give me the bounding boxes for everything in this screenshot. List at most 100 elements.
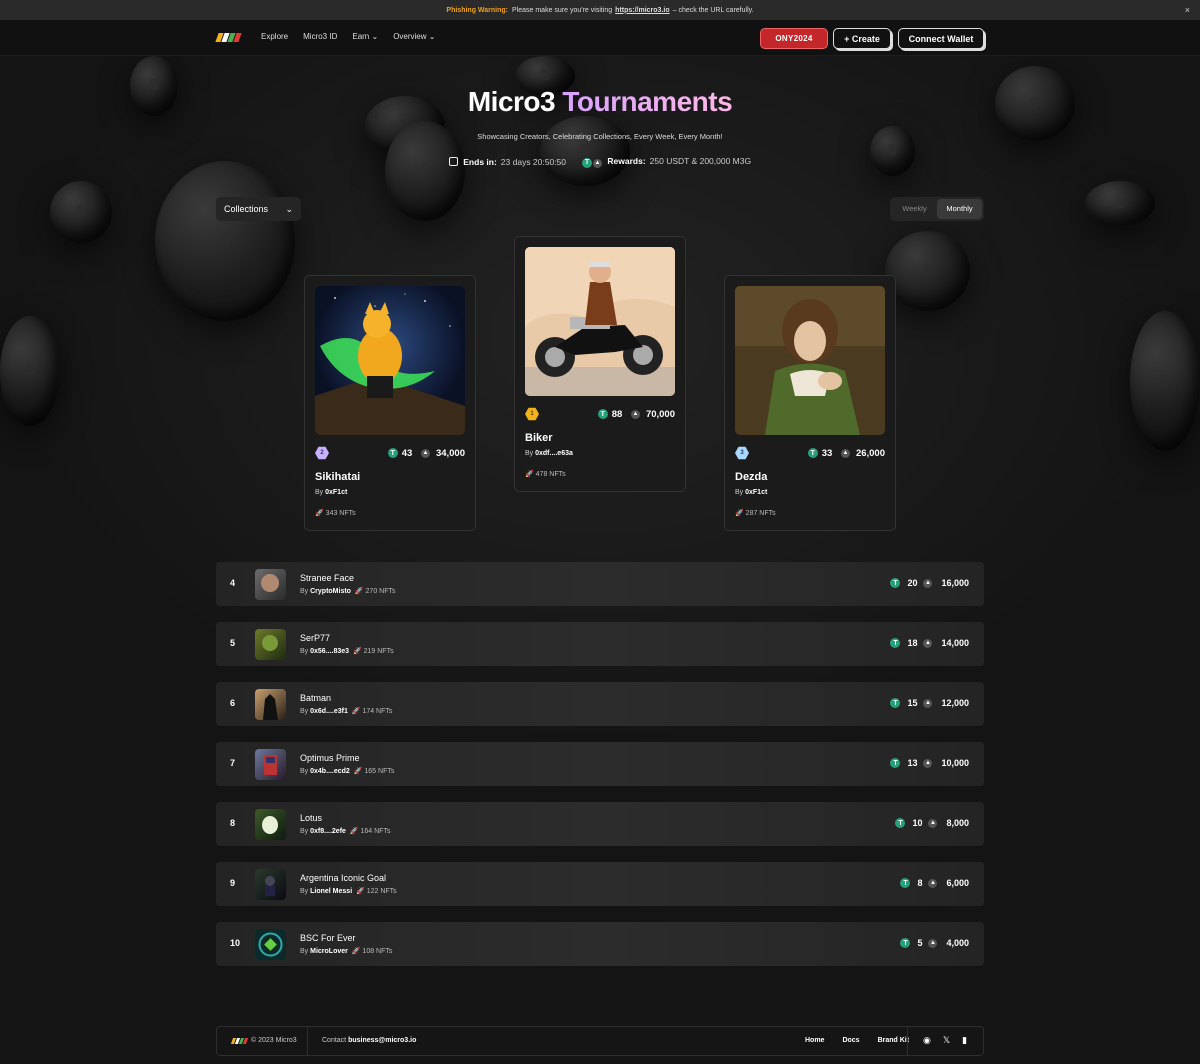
rewards-label: Rewards:	[607, 156, 646, 166]
creator-link[interactable]: 0x4b....ecd2	[310, 768, 350, 775]
micro3-logo[interactable]	[230, 1038, 249, 1044]
rank-number: 10	[230, 938, 241, 948]
usdt-value: 43	[401, 447, 413, 459]
micro3-logo[interactable]	[215, 33, 242, 42]
podium-card-3[interactable]: 3 T 33 ▲ 26,000 Dezda By 0xF1ct 🚀 287 NFTs	[724, 275, 896, 531]
m3g-icon: ▲	[420, 448, 430, 458]
podium-card-2[interactable]: 2 T 43 ▲ 34,000 Sikihatai By 0xF1ct 🚀 343 …	[304, 275, 476, 531]
period-toggle: Weekly Monthly	[890, 197, 984, 221]
list-item[interactable]: 6 Batman By 0x6d....e3f1 🚀 174 NFTs T 15 ▲…	[216, 682, 984, 726]
m3g-value: 12,000	[941, 698, 969, 708]
m3g-value: 6,000	[946, 878, 969, 888]
phishing-url-link[interactable]: https://micro3.io	[615, 7, 669, 14]
tab-monthly[interactable]: Monthly	[937, 199, 982, 219]
nav-overview-dropdown[interactable]: Overview ⌄	[393, 32, 435, 41]
usdt-icon: T	[890, 638, 901, 648]
list-item[interactable]: 8 Lotus By 0xf8....2efe 🚀 164 NFTs T 10 ▲ 8…	[216, 802, 984, 846]
usdt-value: 33	[821, 447, 833, 459]
footer-link-home[interactable]: Home	[805, 1037, 824, 1044]
x-icon[interactable]: 𝕏	[943, 1035, 950, 1046]
creator-link[interactable]: 0x56....83e3	[310, 648, 349, 655]
collection-avatar	[255, 749, 286, 780]
phishing-banner: Phishing Warning: Please make sure you'r…	[0, 0, 1200, 20]
podium-card-1[interactable]: 1 T 88 ▲ 70,000 Biker By 0xdf....e63a 🚀 47…	[514, 236, 686, 492]
usdt-icon: T	[387, 448, 398, 458]
chevron-down-icon: ⌄	[285, 203, 293, 214]
m3g-icon: ▲	[923, 758, 933, 768]
promo-button[interactable]: ONY2024	[760, 28, 828, 49]
nav-micro3-id[interactable]: Micro3 ID	[303, 32, 337, 41]
tab-weekly[interactable]: Weekly	[892, 199, 937, 219]
creator-link[interactable]: Lionel Messi	[310, 888, 352, 895]
creator-link[interactable]: 0xdf....e63a	[535, 450, 573, 457]
collection-name: Argentina Iconic Goal	[300, 873, 387, 883]
collection-avatar	[255, 869, 286, 900]
creator-link[interactable]: CryptoMisto	[310, 588, 351, 595]
list-item[interactable]: 10 BSC For Ever By MicroLover 🚀 108 NFTs…	[216, 922, 984, 966]
creator-link[interactable]: 0xF1ct	[745, 489, 767, 496]
footer-link-docs[interactable]: Docs	[842, 1037, 859, 1044]
contact-email-link[interactable]: business@micro3.io	[348, 1037, 416, 1044]
tournament-stats: Ends in: 23 days 20:50:50 T ▲ Rewards: 250 …	[0, 156, 1200, 168]
rocket-icon: 🚀	[525, 471, 534, 478]
creator-link[interactable]: MicroLover	[310, 948, 348, 955]
m3g-value: 26,000	[855, 447, 885, 459]
close-icon[interactable]: ×	[1185, 5, 1190, 15]
list-item[interactable]: 9 Argentina Iconic Goal By Lionel Messi …	[216, 862, 984, 906]
m3g-value: 4,000	[946, 938, 969, 948]
rank-number: 7	[230, 758, 236, 768]
connect-wallet-button[interactable]: Connect Wallet	[898, 28, 984, 49]
page-subtitle: Showcasing Creators, Celebrating Collect…	[477, 132, 723, 141]
rank-number: 8	[230, 818, 236, 828]
collection-avatar	[255, 809, 286, 840]
collection-name: Biker	[525, 432, 553, 444]
m3g-icon: ▲	[928, 878, 938, 888]
rank-number: 6	[230, 698, 236, 708]
usdt-icon: T	[890, 698, 901, 708]
creator-link[interactable]: 0x6d....e3f1	[310, 708, 348, 715]
title-accent: Tournaments	[562, 86, 733, 117]
list-item[interactable]: 5 SerP77 By 0x56....83e3 🚀 219 NFTs T 18 ▲…	[216, 622, 984, 666]
nft-count: 219 NFTs	[363, 648, 394, 655]
rocket-icon: 🚀	[351, 708, 361, 715]
usdt-icon: T	[807, 448, 818, 458]
collection-image-dezda	[735, 286, 885, 435]
usdt-value: 18	[907, 638, 918, 648]
collection-name: Stranee Face	[300, 573, 355, 583]
rank-number: 4	[230, 578, 236, 588]
nav-earn-dropdown[interactable]: Earn ⌄	[352, 32, 378, 41]
usdt-value: 5	[917, 938, 923, 948]
list-item[interactable]: 7 Optimus Prime By 0x4b....ecd2 🚀 165 NF…	[216, 742, 984, 786]
footer: © 2023 Micro3 Contact business@micro3.io…	[216, 1026, 984, 1056]
divider	[307, 1027, 308, 1055]
rank-number: 9	[230, 878, 236, 888]
nav-explore[interactable]: Explore	[261, 32, 288, 41]
create-button[interactable]: + Create	[833, 28, 891, 49]
usdt-icon: T	[890, 578, 901, 588]
usdt-icon: T	[900, 878, 911, 888]
rocket-icon: 🚀	[351, 948, 361, 955]
ends-label: Ends in:	[463, 156, 497, 167]
leaderboard-list: 4 Stranee Face By CryptoMisto 🚀 270 NFTs…	[216, 562, 984, 982]
nft-count: 343 NFTs	[325, 510, 356, 517]
collection-name: BSC For Ever	[300, 933, 356, 943]
collection-name: Batman	[300, 693, 332, 703]
m3g-value: 16,000	[941, 578, 969, 588]
medium-icon[interactable]: ▮	[962, 1035, 967, 1046]
collection-name: Dezda	[735, 471, 768, 483]
creator-link[interactable]: 0xF1ct	[325, 489, 347, 496]
m3g-value: 34,000	[435, 447, 465, 459]
discord-icon[interactable]: ◉	[923, 1035, 931, 1046]
usdt-value: 88	[611, 408, 623, 420]
m3g-icon: ▲	[928, 938, 938, 948]
rocket-icon: 🚀	[356, 888, 365, 895]
creator-link[interactable]: 0xf8....2efe	[310, 828, 346, 835]
footer-link-brand-kit[interactable]: Brand Kit	[878, 1037, 910, 1044]
category-dropdown[interactable]: Collections ⌄	[216, 197, 301, 221]
m3g-icon: ▲	[923, 638, 933, 648]
collection-name: Lotus	[300, 813, 323, 823]
rocket-icon: 🚀	[735, 510, 744, 517]
page-title: Micro3 Tournaments	[0, 86, 1200, 118]
usdt-value: 10	[912, 818, 923, 828]
list-item[interactable]: 4 Stranee Face By CryptoMisto 🚀 270 NFTs…	[216, 562, 984, 606]
